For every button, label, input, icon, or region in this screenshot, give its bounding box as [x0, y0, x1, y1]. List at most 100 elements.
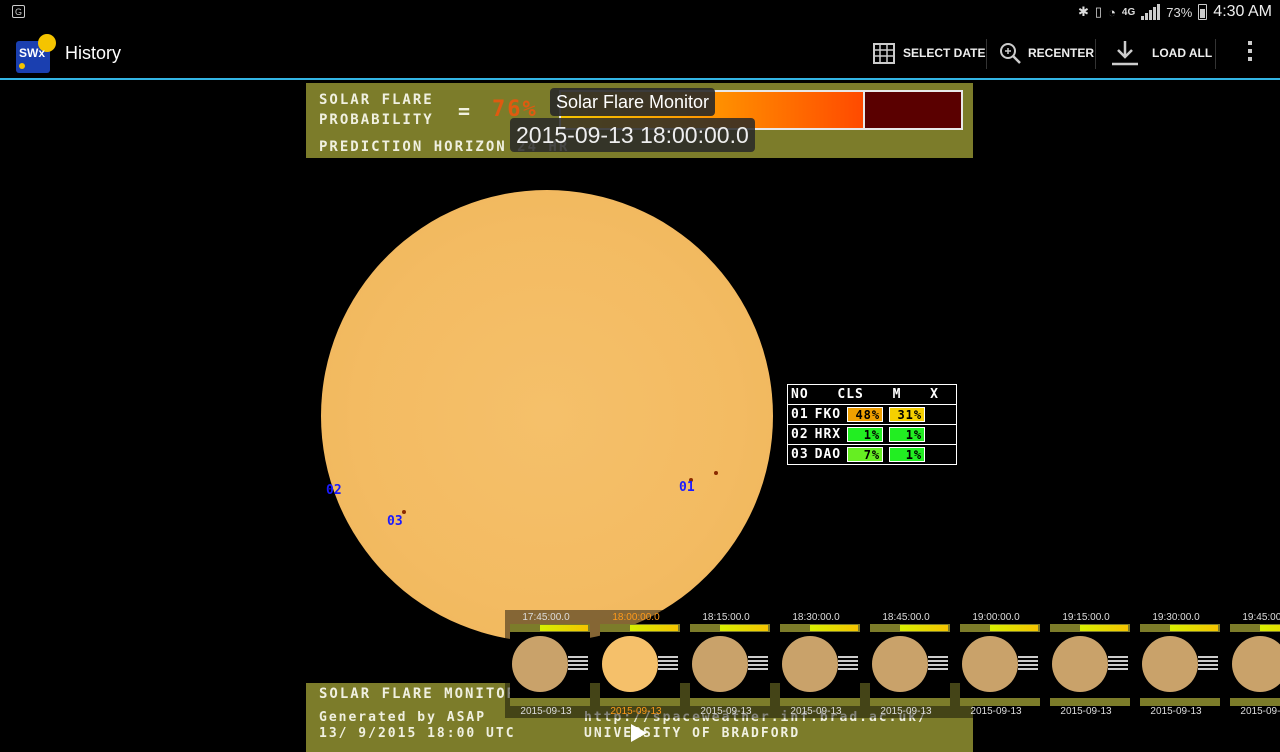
region-class: DAO [814, 447, 842, 462]
probability-bar-remainder [863, 92, 961, 128]
thumbnail-bar [870, 624, 950, 632]
thumbnail-footer [870, 698, 950, 706]
timeline-thumbnail[interactable]: 19:45:00.0 2015-09-13 [1225, 610, 1280, 718]
region-no: 03 [791, 447, 809, 462]
table-row: 03 DAO 7% 1% [787, 444, 957, 465]
timeline-thumbnail[interactable]: 18:30:00.0 2015-09-13 [775, 610, 860, 718]
action-divider [1215, 39, 1216, 69]
thumbnail-sun [962, 636, 1018, 692]
thumbnail-date: 2015-09-13 [610, 706, 662, 717]
vibrate-icon: ▯ [1094, 4, 1103, 19]
col-no: NO [791, 387, 809, 402]
status-bar: G ✱ ▯ ◔ 4G 73% 4:30 AM [0, 0, 1280, 25]
thumbnail-footer [960, 698, 1040, 706]
thumbnail-date: 2015-09-13 [700, 706, 752, 717]
overflow-menu-icon[interactable] [1248, 41, 1252, 65]
thumbnail-image [960, 624, 1040, 706]
m-probability: 7% [847, 447, 884, 462]
recenter-label: RECENTER [1028, 46, 1095, 60]
timeline-thumbnail[interactable]: 18:00:00.0 2015-09-13 [595, 610, 680, 718]
thumbnail-image [1140, 624, 1220, 706]
thumbnail-time: 19:45:00.0 [1242, 612, 1280, 623]
table-row: 01 FKO 48% 31% [787, 404, 957, 425]
sun-disk-image[interactable]: 01 02 03 [321, 190, 773, 642]
signal-icon [1141, 4, 1161, 20]
probability-label-line1: SOLAR FLARE [319, 92, 434, 108]
thumbnail-time: 19:15:00.0 [1062, 612, 1110, 623]
table-row: 02 HRX 1% 1% [787, 424, 957, 445]
thumbnail-time: 19:00:00.0 [972, 612, 1020, 623]
col-m: M [892, 387, 902, 402]
image-timestamp-tag: 2015-09-13 18:00:00.0 [510, 118, 755, 152]
x-probability: 1% [889, 447, 926, 462]
download-icon [1112, 41, 1138, 66]
svg-text:SWx: SWx [19, 46, 45, 60]
footer-generated: Generated by ASAP [319, 710, 487, 725]
thumbnail-image [780, 624, 860, 706]
select-date-label: SELECT DATE [903, 46, 986, 60]
timeline-thumbnail[interactable]: 19:15:00.0 2015-09-13 [1045, 610, 1130, 718]
thumbnail-bar [780, 624, 860, 632]
timeline-thumbnail[interactable]: 17:45:00.0 2015-09-13 [505, 610, 590, 718]
thumbnail-date: 2015-09-13 [1060, 706, 1112, 717]
col-x: X [930, 387, 939, 402]
table-header-row: NO CLS M X [787, 384, 957, 405]
wifi-icon: ◔ [1108, 4, 1116, 20]
region-no: 01 [791, 407, 809, 422]
select-date-button[interactable]: SELECT DATE [873, 35, 985, 71]
m-probability: 1% [847, 427, 884, 442]
thumbnail-date: 2015-09-13 [1150, 706, 1202, 717]
load-all-button[interactable]: LOAD ALL [1110, 35, 1212, 71]
equals-sign: = [458, 99, 473, 123]
thumbnail-bar [510, 624, 590, 632]
timeline-thumbnail[interactable]: 18:45:00.0 2015-09-13 [865, 610, 950, 718]
thumbnail-table [1108, 656, 1128, 670]
footer-university: UNIVERSITY OF BRADFORD [584, 726, 801, 741]
swx-app-logo-icon[interactable]: SWx [14, 33, 56, 75]
thumbnail-time: 18:45:00.0 [882, 612, 930, 623]
timeline-thumbnail[interactable]: 19:00:00.0 2015-09-13 [955, 610, 1040, 718]
play-icon[interactable] [631, 724, 647, 742]
thumbnail-date: 2015-09-13 [970, 706, 1022, 717]
thumbnail-image [600, 624, 680, 706]
recenter-button[interactable]: RECENTER [998, 35, 1094, 71]
region-label-02: 02 [326, 483, 342, 498]
region-label-03: 03 [387, 514, 403, 529]
network-type-label: 4G [1121, 6, 1136, 18]
action-bar: SWx History SELECT DATE RECENTER LOAD AL… [0, 25, 1280, 80]
timeline-thumbnail[interactable]: 18:15:00.0 2015-09-13 [685, 610, 770, 718]
thumbnail-date: 2015-09-13 [1240, 706, 1280, 717]
col-cls: CLS [837, 387, 864, 402]
bluetooth-icon: ✱ [1078, 4, 1089, 19]
thumbnail-footer [1140, 698, 1220, 706]
thumbnail-time: 19:30:00.0 [1152, 612, 1200, 623]
clock: 4:30 AM [1213, 3, 1272, 20]
m-probability: 48% [847, 407, 884, 422]
thumbnail-sun [782, 636, 838, 692]
thumbnail-footer [780, 698, 860, 706]
region-probability-table: NO CLS M X 01 FKO 48% 31% 02 HRX 1% 1% 0… [787, 384, 957, 465]
sunspot [714, 471, 718, 475]
load-all-label: LOAD ALL [1152, 46, 1213, 60]
thumbnail-sun [1232, 636, 1280, 692]
thumbnail-date: 2015-09-13 [520, 706, 572, 717]
thumbnail-bar [1140, 624, 1220, 632]
action-divider [1095, 39, 1096, 69]
thumbnail-table [658, 656, 678, 670]
thumbnail-table [1018, 656, 1038, 670]
region-no: 02 [791, 427, 809, 442]
thumbnail-footer [510, 698, 590, 706]
region-class: HRX [814, 427, 842, 442]
thumbnail-footer [690, 698, 770, 706]
thumbnail-bar [600, 624, 680, 632]
thumbnail-table [928, 656, 948, 670]
region-label-01: 01 [679, 480, 695, 495]
thumbnail-time: 18:30:00.0 [792, 612, 840, 623]
thumbnail-date: 2015-09-13 [880, 706, 932, 717]
timeline-strip[interactable]: 17:45:00.0 2015-09-13 18:00:00.0 2015-09-13… [505, 610, 1280, 718]
footer-date: 13/ 9/2015 18:00 UTC [319, 726, 516, 741]
thumbnail-image [1050, 624, 1130, 706]
thumbnail-sun [692, 636, 748, 692]
thumbnail-table [748, 656, 768, 670]
timeline-thumbnail[interactable]: 19:30:00.0 2015-09-13 [1135, 610, 1220, 718]
